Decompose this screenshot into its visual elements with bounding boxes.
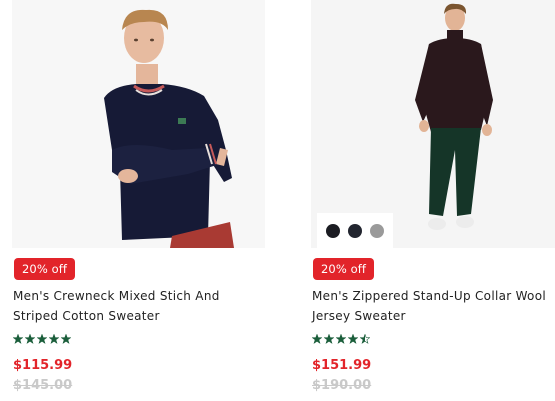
product-image[interactable] (311, 0, 555, 248)
star-icon (360, 334, 370, 344)
product-name[interactable]: Men's Zippered Stand-Up Collar Wool Jers… (312, 286, 546, 326)
model-photo (12, 0, 265, 248)
product-name-line[interactable]: Men's Crewneck Mixed Stich And (13, 286, 220, 306)
product-card[interactable]: 20% off Men's Zippered Stand-Up Collar W… (311, 0, 555, 393)
color-swatch[interactable] (370, 223, 384, 238)
star-icon (336, 334, 346, 344)
star-icon (61, 334, 71, 344)
color-swatch[interactable] (326, 223, 340, 238)
star-icon (348, 334, 358, 344)
original-price: $190.00 (312, 378, 372, 393)
product-name[interactable]: Men's Crewneck Mixed Stich And Striped C… (13, 286, 220, 326)
sale-price: $115.99 (13, 358, 73, 373)
star-icon (25, 334, 35, 344)
color-swatch[interactable] (348, 223, 362, 238)
product-card[interactable]: 20% off Men's Crewneck Mixed Stich And S… (12, 0, 265, 393)
product-image[interactable] (12, 0, 265, 248)
star-icon (13, 334, 23, 344)
discount-badge: 20% off (14, 258, 76, 280)
model-photo (311, 0, 555, 248)
product-name-line[interactable]: Jersey Sweater (312, 306, 546, 326)
star-icon (324, 334, 334, 344)
color-swatches (317, 213, 393, 248)
sale-price: $151.99 (312, 358, 372, 373)
star-icon (49, 334, 59, 344)
product-name-line[interactable]: Men's Zippered Stand-Up Collar Wool (312, 286, 546, 306)
star-icon (37, 334, 47, 344)
discount-badge: 20% off (313, 258, 375, 280)
original-price: $145.00 (13, 378, 73, 393)
star-rating (312, 334, 370, 344)
star-rating (13, 334, 71, 344)
product-name-line[interactable]: Striped Cotton Sweater (13, 306, 220, 326)
star-icon (312, 334, 322, 344)
